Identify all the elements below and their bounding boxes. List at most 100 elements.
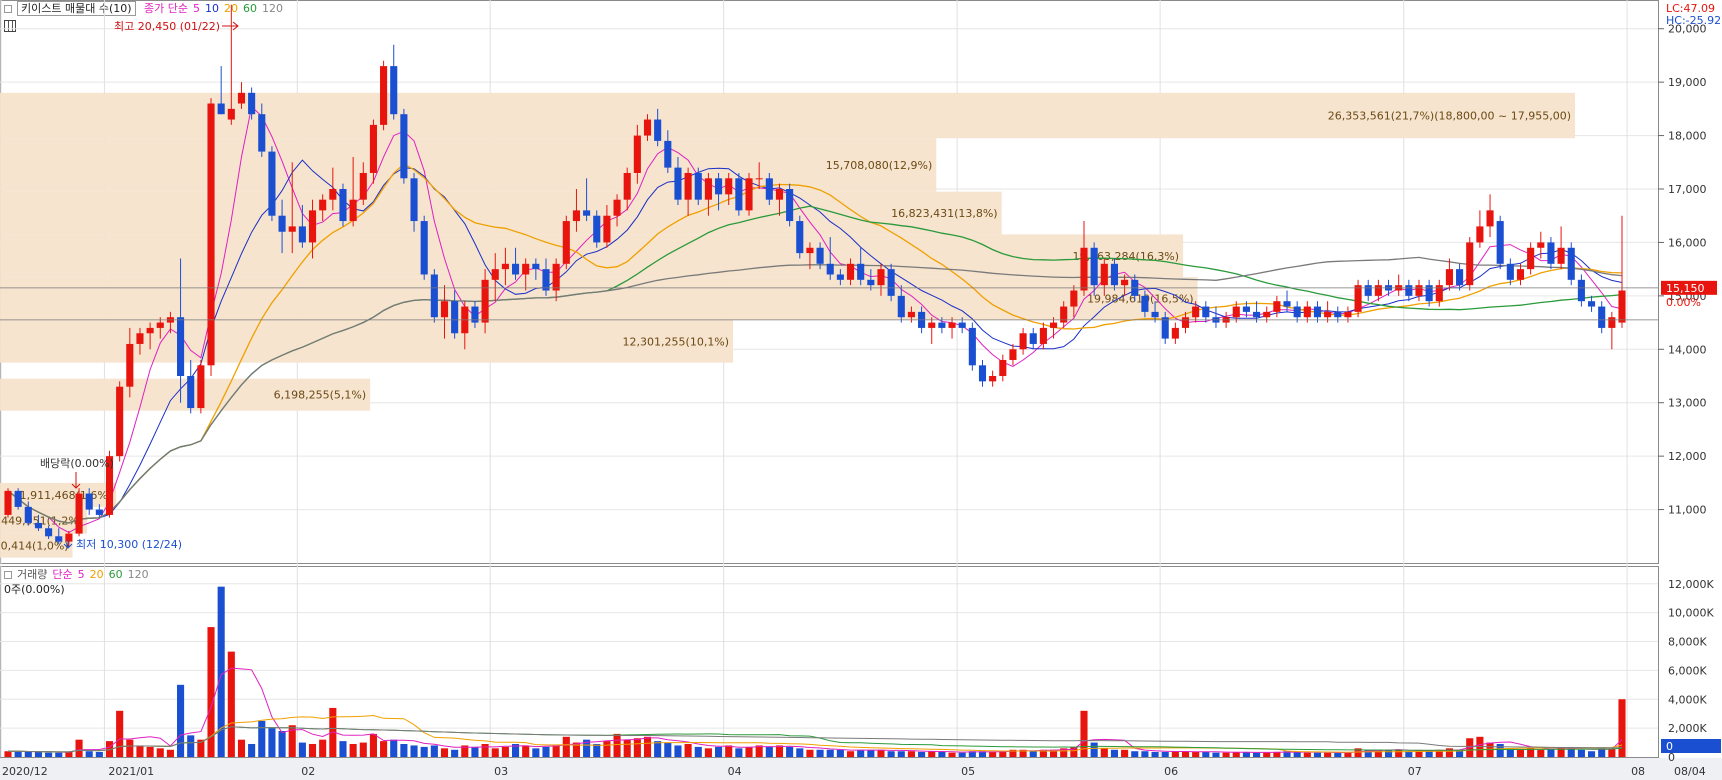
candle-body[interactable] [1598,306,1606,328]
volume-bar[interactable] [177,684,185,757]
candle-body[interactable] [1344,311,1352,318]
volume-bar[interactable] [1587,751,1596,757]
candle-body[interactable] [958,322,966,328]
volume-bar[interactable] [765,746,773,757]
candle-body[interactable] [481,279,489,323]
candle-body[interactable] [55,536,63,542]
candle-body[interactable] [1110,263,1119,286]
candle-body[interactable] [522,263,530,275]
candle-body[interactable] [207,103,215,366]
volume-bar[interactable] [826,749,834,757]
volume-bar[interactable] [1608,749,1616,757]
volume-bar[interactable] [715,746,723,757]
candle-body[interactable] [187,376,195,409]
volume-bar[interactable] [146,746,154,757]
candle-body[interactable] [1537,242,1545,248]
volume-bar[interactable] [603,741,611,757]
candle-body[interactable] [989,376,997,382]
candle-body[interactable] [1009,349,1017,360]
volume-bar[interactable] [1253,752,1261,757]
candle-body[interactable] [136,333,144,344]
candle-body[interactable] [227,108,235,120]
candle-body[interactable] [1405,285,1413,296]
candle-body[interactable] [24,506,32,523]
candle-body[interactable] [1557,247,1565,264]
candle-body[interactable] [684,172,692,200]
candle-body[interactable] [1415,285,1423,296]
candle-body[interactable] [177,317,185,376]
volume-bar[interactable] [887,751,895,757]
volume-bar[interactable] [836,749,844,757]
candle-body[interactable] [857,263,865,280]
candle-body[interactable] [532,263,540,270]
volume-bar[interactable] [1425,751,1433,757]
volume-bar[interactable] [369,733,377,757]
volume-bar[interactable] [633,738,641,757]
volume-bar[interactable] [4,751,12,757]
volume-bar[interactable] [349,744,357,757]
candle-body[interactable] [735,178,743,211]
candle-body[interactable] [1181,317,1190,328]
volume-bar[interactable] [34,751,43,757]
volume-bar[interactable] [623,739,631,757]
candle-body[interactable] [451,301,459,334]
candle-body[interactable] [34,522,43,529]
candle-body[interactable] [765,178,773,200]
candle-body[interactable] [1161,317,1169,339]
candle-body[interactable] [359,172,367,200]
volume-bar[interactable] [75,739,83,757]
candle-body[interactable] [410,178,418,222]
candle-body[interactable] [1080,247,1088,291]
candle-body[interactable] [440,301,449,318]
volume-bar[interactable] [938,751,946,757]
candle-body[interactable] [319,199,327,211]
volume-bar[interactable] [542,746,550,757]
candle-body[interactable] [1039,327,1047,344]
volume-bar[interactable] [156,748,164,757]
candle-body[interactable] [745,178,753,211]
volume-bar[interactable] [552,745,560,757]
candle-body[interactable] [836,274,844,280]
volume-bar[interactable] [116,710,124,757]
candle-body[interactable] [755,178,763,180]
volume-bar[interactable] [1232,751,1240,757]
candle-body[interactable] [664,140,672,168]
volume-bar[interactable] [1313,752,1322,757]
candle-body[interactable] [369,124,377,173]
candle-body[interactable] [1324,311,1332,318]
volume-bar[interactable] [1151,751,1159,757]
candle-body[interactable] [1070,290,1078,307]
volume-bar[interactable] [187,735,195,757]
candle-body[interactable] [786,189,794,222]
candle-body[interactable] [14,490,22,507]
volume-bar[interactable] [1303,752,1311,757]
volume-bar[interactable] [664,742,672,757]
volume-bar[interactable] [1090,742,1098,757]
candle-body[interactable] [877,269,885,286]
candle-body[interactable] [562,221,570,264]
volume-bar[interactable] [786,746,794,757]
volume-bar[interactable] [1202,751,1210,757]
volume-bar[interactable] [562,736,570,757]
candle-body[interactable] [75,493,83,534]
volume-bar[interactable] [1496,744,1504,757]
candle-body[interactable] [237,92,246,104]
candle-body[interactable] [1354,285,1362,312]
candle-body[interactable] [887,269,895,296]
candle-body[interactable] [116,386,124,457]
candle-body[interactable] [806,247,814,254]
volume-bar[interactable] [440,748,449,757]
candle-body[interactable] [593,215,601,243]
volume-bar[interactable] [1100,748,1108,757]
candle-body[interactable] [1202,306,1210,318]
candle-body[interactable] [1506,263,1514,280]
candle-body[interactable] [968,327,976,366]
volume-bar[interactable] [928,751,936,757]
volume-bar[interactable] [481,744,489,757]
volume-bar[interactable] [1263,752,1271,757]
volume-bar[interactable] [1537,749,1545,757]
candle-body[interactable] [1273,301,1281,312]
candle-body[interactable] [1192,306,1200,318]
volume-bar[interactable] [1110,749,1119,757]
candle-body[interactable] [1090,247,1098,286]
